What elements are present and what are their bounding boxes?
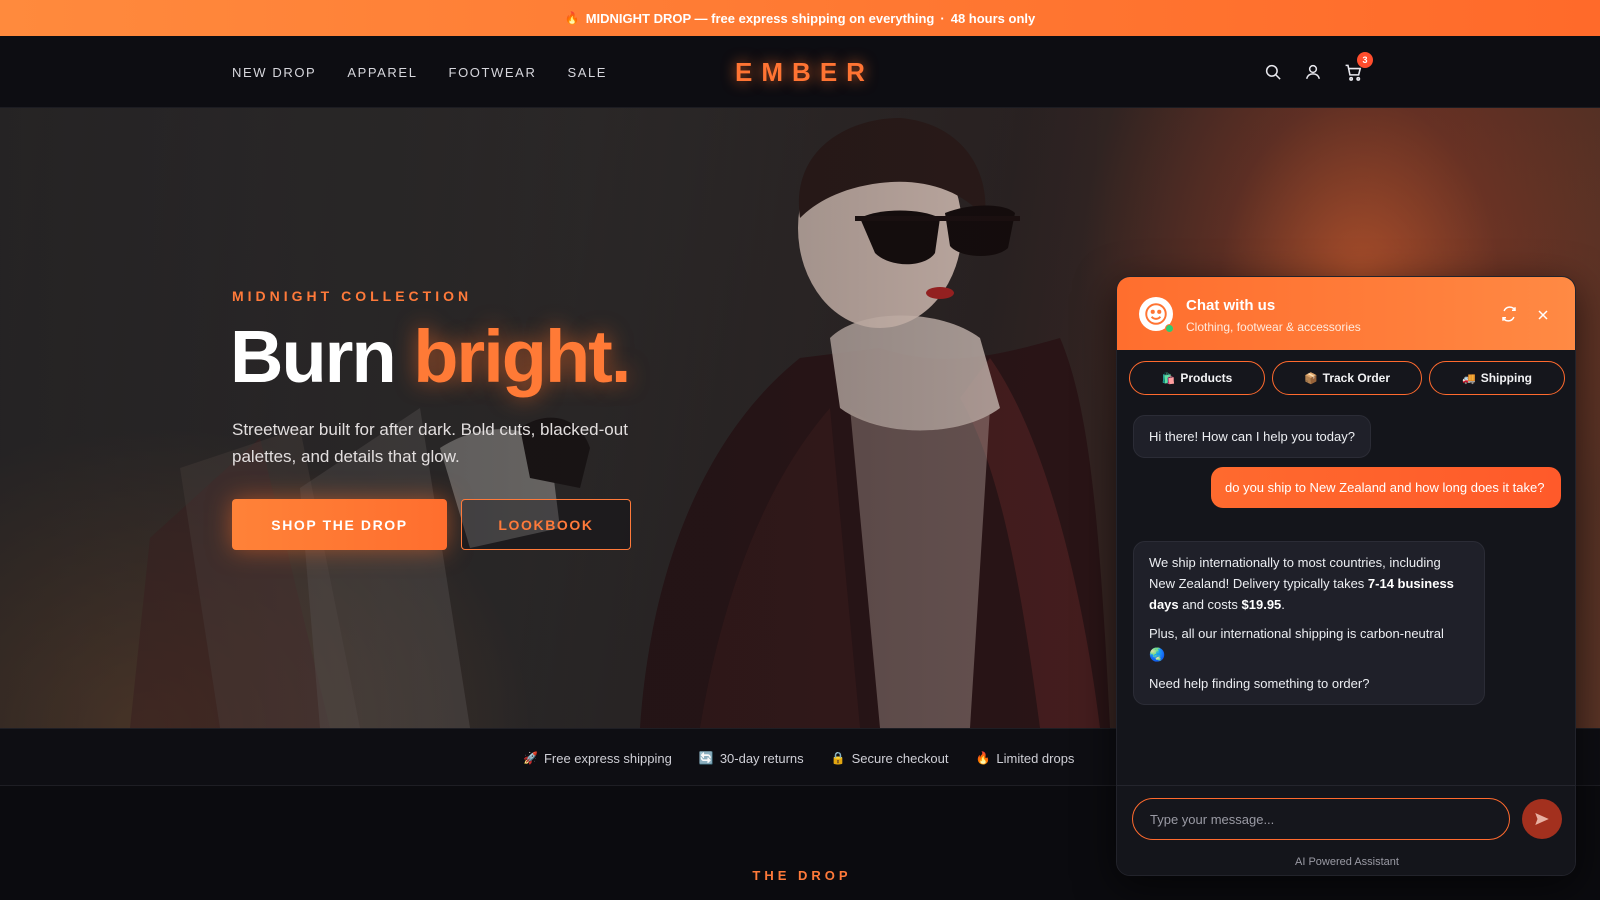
feature-item: 🔥 Limited drops <box>975 751 1074 766</box>
message-paragraph: Need help finding something to order? <box>1149 673 1469 694</box>
globe-icon: 🌏 <box>1149 647 1166 662</box>
message-paragraph: We ship internationally to most countrie… <box>1149 552 1469 615</box>
nav-sale[interactable]: SALE <box>567 65 607 80</box>
cart-count-badge: 3 <box>1357 52 1373 68</box>
quick-action-label: Shipping <box>1480 371 1533 385</box>
message-text: do you ship to New Zealand and how long … <box>1225 480 1545 495</box>
fire-icon: 🔥 <box>975 751 991 765</box>
shopping-bags-icon: 🛍️ <box>1161 372 1176 385</box>
user-message: do you ship to New Zealand and how long … <box>1211 467 1561 508</box>
hero-title-accent: bright. <box>413 315 631 398</box>
send-icon <box>1535 813 1549 825</box>
chat-title: Chat with us <box>1186 297 1276 314</box>
feature-label: Free express shipping <box>543 750 672 766</box>
message-text: Need help finding something to order? <box>1149 676 1370 691</box>
feature-label: Secure checkout <box>851 750 949 766</box>
message-text: . <box>1281 597 1285 612</box>
chat-header: Chat with us Clothing, footwear & access… <box>1117 277 1575 350</box>
feature-label: Limited drops <box>996 750 1075 766</box>
features-row: 🚀 Free express shipping 🔄 30-day returns… <box>523 729 1074 787</box>
online-status-dot <box>1165 324 1174 333</box>
nav-new-drop[interactable]: NEW DROP <box>232 65 316 80</box>
chat-input-area: AI Powered Assistant <box>1117 785 1575 875</box>
send-button[interactable] <box>1522 799 1562 839</box>
header-actions: 3 <box>1262 36 1373 108</box>
close-icon[interactable] <box>1535 307 1551 323</box>
message-text: Plus, all our international shipping is … <box>1149 626 1444 641</box>
announcement-separator: · <box>940 10 945 26</box>
quick-actions: 🛍️ Products 📦 Track Order 🚚 Shipping <box>1129 361 1565 395</box>
powered-by-label: AI Powered Assistant <box>1295 856 1399 868</box>
chat-widget: Chat with us Clothing, footwear & access… <box>1116 276 1576 876</box>
account-icon[interactable] <box>1302 61 1324 83</box>
main-nav: NEW DROP APPAREL FOOTWEAR SALE <box>232 36 607 108</box>
announcement-text: MIDNIGHT DROP — free express shipping on… <box>585 10 935 26</box>
message-paragraph: Plus, all our international shipping is … <box>1149 623 1469 665</box>
hero-title-white: Burn <box>230 315 397 398</box>
feature-item: 🔄 30-day returns <box>699 751 804 766</box>
rocket-icon: 🚀 <box>523 751 538 765</box>
lookbook-button[interactable]: LOOKBOOK <box>461 499 631 550</box>
hero-eyebrow: MIDNIGHT COLLECTION <box>232 288 473 304</box>
announcement-bar: 🔥 MIDNIGHT DROP — free express shipping … <box>0 0 1600 36</box>
chat-messages: Hi there! How can I help you today? do y… <box>1117 407 1575 761</box>
lock-icon: 🔒 <box>830 751 846 765</box>
feature-item: 🔒 Secure checkout <box>831 751 949 766</box>
message-text: Hi there! How can I help you today? <box>1149 429 1355 444</box>
feature-label: 30-day returns <box>719 750 804 766</box>
package-icon: 📦 <box>1303 372 1318 385</box>
message-text: and costs <box>1178 597 1242 612</box>
hero-subtitle: Streetwear built for after dark. Bold cu… <box>232 420 628 466</box>
quick-action-label: Track Order <box>1322 371 1391 385</box>
quick-action-products[interactable]: 🛍️ Products <box>1129 361 1265 395</box>
flame-icon: 🔥 <box>564 11 580 25</box>
cart-icon[interactable]: 3 <box>1342 52 1373 83</box>
chat-subtitle: Clothing, footwear & accessories <box>1186 320 1361 334</box>
search-icon[interactable] <box>1262 61 1284 83</box>
quick-action-track-order[interactable]: 📦 Track Order <box>1272 361 1422 395</box>
site-logo[interactable]: EMBER <box>726 57 874 88</box>
nav-footwear[interactable]: FOOTWEAR <box>449 65 537 80</box>
site-header: NEW DROP APPAREL FOOTWEAR SALE EMBER 3 <box>0 36 1600 108</box>
feature-item: 🚀 Free express shipping <box>523 751 672 766</box>
return-icon: 🔄 <box>698 751 714 765</box>
chat-message-input[interactable] <box>1132 798 1510 840</box>
hero-title: Burn bright. <box>230 320 631 394</box>
quick-action-shipping[interactable]: 🚚 Shipping <box>1429 361 1565 395</box>
shop-the-drop-button[interactable]: SHOP THE DROP <box>232 499 447 550</box>
bot-message: Hi there! How can I help you today? <box>1133 415 1371 458</box>
truck-icon: 🚚 <box>1461 372 1476 385</box>
bot-message: We ship internationally to most countrie… <box>1133 541 1485 705</box>
refresh-icon[interactable] <box>1499 304 1519 324</box>
message-bold-text: $19.95 <box>1241 597 1282 612</box>
nav-apparel[interactable]: APPAREL <box>347 65 417 80</box>
quick-action-label: Products <box>1180 371 1233 385</box>
announcement-suffix: 48 hours only <box>950 10 1036 26</box>
